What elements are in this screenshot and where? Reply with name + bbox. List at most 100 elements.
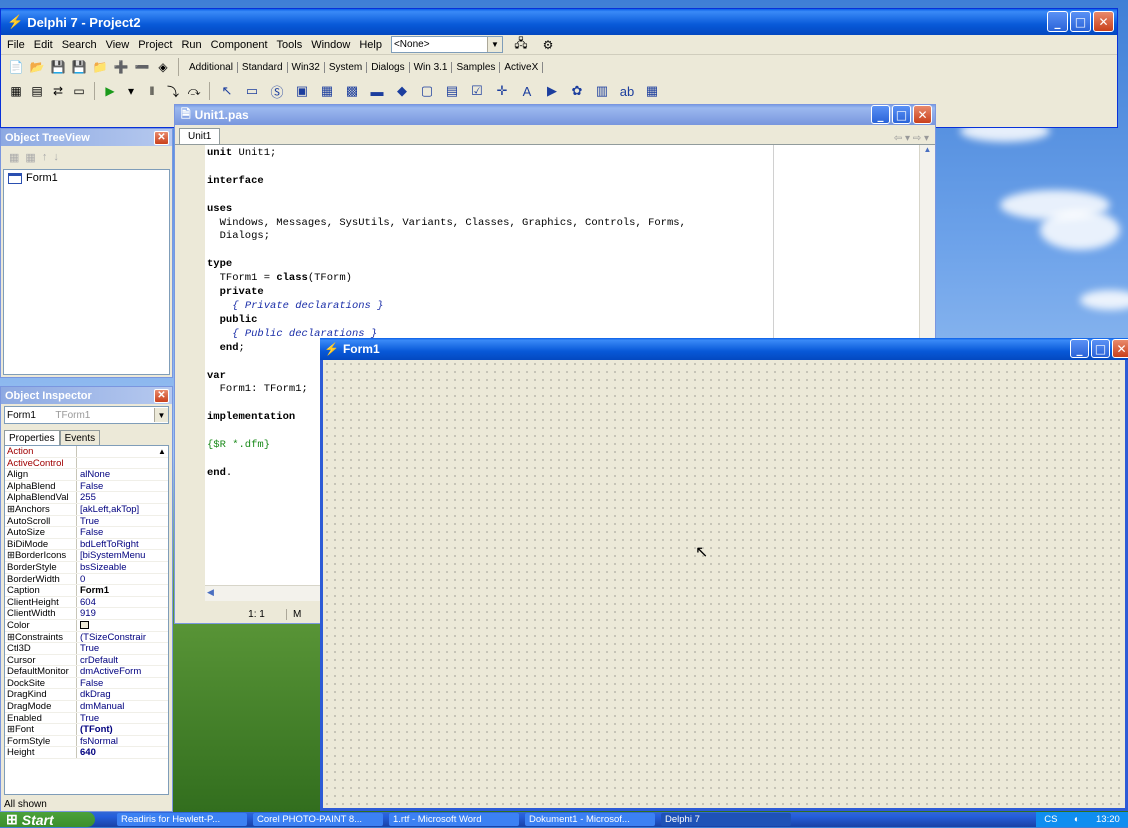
- property-value[interactable]: 640: [77, 747, 168, 758]
- tab-properties[interactable]: Properties: [4, 430, 60, 446]
- property-row[interactable]: DragKind dkDrag: [5, 689, 168, 702]
- main-title-bar[interactable]: ⚡ Delphi 7 - Project2 _ □ ✕: [1, 9, 1117, 35]
- tab-events[interactable]: Events: [59, 430, 101, 446]
- property-row[interactable]: ⊞BorderIcons [biSystemMenu: [5, 550, 168, 562]
- bevel-icon[interactable]: ▢: [416, 82, 438, 100]
- property-row[interactable]: BorderStyle bsSizeable: [5, 561, 168, 574]
- property-row[interactable]: ⊞Font (TFont): [5, 724, 168, 736]
- property-row[interactable]: ClientHeight 604: [5, 596, 168, 609]
- maximize-button[interactable]: □: [1070, 11, 1091, 32]
- save-icon[interactable]: 💾: [49, 58, 67, 76]
- save-desktop-icon[interactable]: 🖧: [512, 36, 530, 54]
- run-icon[interactable]: ▶: [101, 82, 119, 100]
- help-icon[interactable]: ◈: [154, 58, 172, 76]
- palette-tab-win31[interactable]: Win 3.1: [410, 61, 453, 73]
- minimize-button[interactable]: _: [871, 105, 890, 124]
- colorbox-icon[interactable]: ▦: [641, 82, 663, 100]
- property-value[interactable]: dmManual: [77, 701, 168, 712]
- property-value[interactable]: [77, 458, 168, 469]
- menu-project[interactable]: Project: [138, 39, 172, 51]
- property-row[interactable]: Caption Form1: [5, 585, 168, 597]
- language-indicator[interactable]: CS: [1044, 814, 1057, 825]
- property-value[interactable]: [77, 446, 168, 457]
- start-button[interactable]: ⊞ Start: [0, 811, 95, 828]
- close-icon[interactable]: ✕: [154, 388, 169, 403]
- property-row[interactable]: BiDiMode bdLeftToRight: [5, 538, 168, 551]
- treeview-list[interactable]: Form1: [3, 169, 170, 375]
- property-value[interactable]: crDefault: [77, 655, 168, 666]
- new-items-icon[interactable]: 📄: [7, 58, 25, 76]
- property-row[interactable]: Align alNone: [5, 469, 168, 481]
- valuelisteditor-icon[interactable]: ▥: [591, 82, 613, 100]
- property-row[interactable]: Height 640: [5, 747, 168, 760]
- menu-search[interactable]: Search: [62, 39, 97, 51]
- add-file-icon[interactable]: ➕: [112, 58, 130, 76]
- close-button[interactable]: ✕: [1093, 11, 1114, 32]
- properties-icon[interactable]: ▦: [25, 151, 35, 164]
- menu-run[interactable]: Run: [181, 39, 201, 51]
- checklistbox-icon[interactable]: ☑: [466, 82, 488, 100]
- palette-tab-system[interactable]: System: [325, 61, 368, 73]
- property-row[interactable]: AlphaBlend False: [5, 480, 168, 493]
- property-row[interactable]: DockSite False: [5, 677, 168, 690]
- desktop-layout-combo[interactable]: <None> ▼: [390, 36, 503, 53]
- property-row[interactable]: ⊞Anchors [akLeft,akTop]: [5, 503, 168, 516]
- speedbutton-icon[interactable]: Ⓢ: [266, 82, 288, 100]
- menu-tools[interactable]: Tools: [277, 39, 303, 51]
- pause-icon[interactable]: ‖: [143, 82, 161, 100]
- splitter-icon[interactable]: ✛: [491, 82, 513, 100]
- property-row[interactable]: ColorclBtnFace: [5, 619, 168, 632]
- bitbtn-icon[interactable]: ▭: [241, 82, 263, 100]
- minimize-button[interactable]: _: [1070, 339, 1089, 358]
- property-value[interactable]: False: [77, 678, 168, 689]
- property-value[interactable]: alNone: [77, 469, 168, 480]
- menu-component[interactable]: Component: [211, 39, 268, 51]
- property-row[interactable]: BorderWidth 0: [5, 573, 168, 586]
- scroll-up-icon[interactable]: ▲: [156, 447, 168, 459]
- property-value[interactable]: 0: [77, 574, 168, 585]
- volume-icon[interactable]: ◐: [1074, 814, 1080, 825]
- property-row[interactable]: AlphaBlendVal 255: [5, 492, 168, 504]
- palette-tab-additional[interactable]: Additional: [185, 61, 238, 73]
- taskbar-item[interactable]: Corel PHOTO-PAINT 8...: [253, 813, 383, 826]
- property-row[interactable]: Enabled True: [5, 712, 168, 725]
- applicationevents-icon[interactable]: ✿: [566, 82, 588, 100]
- shape-icon[interactable]: ◆: [391, 82, 413, 100]
- property-grid[interactable]: Action ActiveControl Align alNone AlphaBlend…: [4, 445, 169, 795]
- run-dropdown-icon[interactable]: ▾: [122, 82, 140, 100]
- tab-unit1[interactable]: Unit1: [179, 128, 221, 144]
- maximize-button[interactable]: □: [1091, 339, 1110, 358]
- labelededit-icon[interactable]: ab: [616, 82, 638, 100]
- taskbar-item[interactable]: Readiris for Hewlett-P...: [117, 813, 247, 826]
- palette-tab-activex[interactable]: ActiveX: [500, 61, 544, 73]
- chevron-down-icon[interactable]: ▼: [154, 408, 168, 422]
- pointer-tool-icon[interactable]: ↖: [216, 82, 238, 100]
- form-title-bar[interactable]: ⚡ Form1 _ □ ✕: [320, 338, 1128, 360]
- property-row[interactable]: AutoScroll True: [5, 515, 168, 528]
- taskbar-item[interactable]: Dokument1 - Microsof...: [525, 813, 655, 826]
- menu-file[interactable]: File: [7, 39, 25, 51]
- menu-view[interactable]: View: [106, 39, 130, 51]
- arrow-up-icon[interactable]: ↑: [42, 151, 48, 163]
- property-row[interactable]: ⊞Constraints (TSizeConstrair: [5, 631, 168, 644]
- close-button[interactable]: ✕: [1112, 339, 1128, 358]
- new-form-icon[interactable]: ▭: [70, 82, 88, 100]
- open-project-icon[interactable]: 📁: [91, 58, 109, 76]
- property-row[interactable]: AutoSize False: [5, 527, 168, 539]
- property-value-wrap[interactable]: clBtnFace: [77, 620, 168, 631]
- property-value[interactable]: [akLeft,akTop]: [77, 504, 168, 515]
- property-value[interactable]: False: [77, 481, 168, 492]
- palette-tab-samples[interactable]: Samples: [452, 61, 501, 73]
- save-all-icon[interactable]: 💾: [70, 58, 88, 76]
- trace-into-icon[interactable]: ⤵: [164, 82, 182, 100]
- palette-tab-dialogs[interactable]: Dialogs: [367, 61, 410, 73]
- property-value[interactable]: 919: [77, 608, 168, 619]
- editor-title-bar[interactable]: 🗎 Unit1.pas _ □ ✕: [175, 105, 935, 125]
- property-value[interactable]: 255: [77, 492, 168, 503]
- arrow-down-icon[interactable]: ↓: [53, 151, 59, 163]
- taskbar-item[interactable]: 1.rtf - Microsoft Word: [389, 813, 519, 826]
- property-value[interactable]: True: [77, 516, 168, 527]
- menu-help[interactable]: Help: [359, 39, 382, 51]
- set-debug-desktop-icon[interactable]: ⚙: [539, 36, 557, 54]
- remove-file-icon[interactable]: ➖: [133, 58, 151, 76]
